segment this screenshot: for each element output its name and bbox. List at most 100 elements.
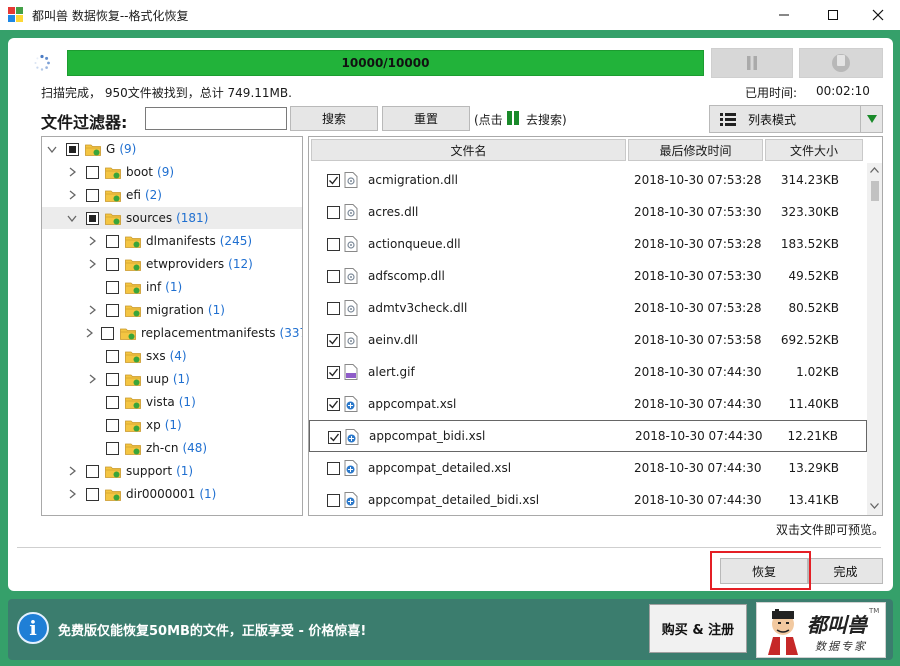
file-checkbox[interactable] xyxy=(327,334,340,347)
file-row[interactable]: actionqueue.dll 2018-10-30 07:53:28 183.52… xyxy=(309,228,867,260)
tree-item-count: (181) xyxy=(176,211,209,225)
tree-checkbox[interactable] xyxy=(86,165,99,179)
tree-checkbox[interactable] xyxy=(86,211,99,225)
list-scrollbar[interactable] xyxy=(867,163,882,515)
file-checkbox[interactable] xyxy=(327,494,340,507)
tree-checkbox[interactable] xyxy=(106,372,119,386)
file-checkbox[interactable] xyxy=(327,302,340,315)
recover-highlight-box xyxy=(710,551,811,590)
file-row[interactable]: acres.dll 2018-10-30 07:53:30 323.30KB xyxy=(309,196,867,228)
tree-checkbox[interactable] xyxy=(86,188,99,202)
chevron-right-icon[interactable] xyxy=(66,465,78,477)
file-row[interactable]: appcompat.xsl 2018-10-30 07:44:30 11.40KB xyxy=(309,388,867,420)
pause-button[interactable] xyxy=(711,48,793,78)
tree-checkbox[interactable] xyxy=(106,257,119,271)
buy-register-button[interactable]: 购买 & 注册 xyxy=(649,604,747,653)
tree-item-sxs[interactable]: sxs (4) xyxy=(42,345,302,367)
chevron-down-icon[interactable] xyxy=(66,212,78,224)
file-checkbox[interactable] xyxy=(328,431,341,444)
file-row[interactable]: alert.gif 2018-10-30 07:44:30 1.02KB xyxy=(309,356,867,388)
filter-hint-prefix: (点击 xyxy=(474,113,503,127)
tree-item-uup[interactable]: uup (1) xyxy=(42,368,302,390)
tree-item-label: efi xyxy=(126,188,141,202)
tree-checkbox[interactable] xyxy=(106,418,119,432)
dll-file-icon xyxy=(344,300,358,316)
reset-button-label: 重置 xyxy=(413,112,438,126)
close-icon[interactable] xyxy=(855,0,900,30)
chevron-down-icon[interactable] xyxy=(46,143,58,155)
chevron-right-icon[interactable] xyxy=(66,166,78,178)
file-checkbox[interactable] xyxy=(327,462,340,475)
tree-item-vista[interactable]: vista (1) xyxy=(42,391,302,413)
file-checkbox[interactable] xyxy=(327,238,340,251)
tree-item-etwproviders[interactable]: etwproviders (12) xyxy=(42,253,302,275)
tree-item-support[interactable]: support (1) xyxy=(42,460,302,482)
file-row[interactable]: appcompat_detailed_bidi.xsl 2018-10-30 07… xyxy=(309,484,867,515)
file-name: acmigration.dll xyxy=(368,173,458,187)
scroll-up-icon[interactable] xyxy=(870,167,879,173)
tree-checkbox[interactable] xyxy=(106,280,119,294)
file-checkbox[interactable] xyxy=(327,206,340,219)
finish-button[interactable]: 完成 xyxy=(808,558,883,584)
reset-button[interactable]: 重置 xyxy=(382,106,470,131)
file-row[interactable]: adfscomp.dll 2018-10-30 07:53:30 49.52KB xyxy=(309,260,867,292)
tree-item-count: (1) xyxy=(176,464,194,478)
file-row[interactable]: appcompat_detailed.xsl 2018-10-30 07:44:3… xyxy=(309,452,867,484)
tree-item-efi[interactable]: efi (2) xyxy=(42,184,302,206)
scroll-down-icon[interactable] xyxy=(870,503,879,509)
tree-item-count: (9) xyxy=(119,142,137,156)
scrollbar-thumb[interactable] xyxy=(871,181,879,201)
tree-item-sources[interactable]: sources (181) xyxy=(42,207,302,229)
file-checkbox[interactable] xyxy=(327,174,340,187)
tree-item-xp[interactable]: xp (1) xyxy=(42,414,302,436)
stop-button[interactable] xyxy=(799,48,883,78)
chevron-right-icon[interactable] xyxy=(86,373,98,385)
column-header-modified[interactable]: 最后修改时间 xyxy=(628,139,763,161)
chevron-right-icon[interactable] xyxy=(86,235,98,247)
tree-item-label: G xyxy=(106,142,116,156)
title-bar: 都叫兽 数据恢复--格式化恢复 xyxy=(0,0,900,30)
chevron-right-icon[interactable] xyxy=(86,258,98,270)
column-header-filename[interactable]: 文件名 xyxy=(311,139,626,161)
chevron-right-icon[interactable] xyxy=(86,327,93,339)
minimize-icon[interactable] xyxy=(761,0,807,30)
tree-checkbox[interactable] xyxy=(106,234,119,248)
file-row[interactable]: acmigration.dll 2018-10-30 07:53:28 314.23… xyxy=(309,164,867,196)
tree-checkbox[interactable] xyxy=(86,487,99,501)
tree-item-count: (12) xyxy=(228,257,253,271)
tree-checkbox[interactable] xyxy=(66,142,79,156)
file-row[interactable]: aeinv.dll 2018-10-30 07:53:58 692.52KB xyxy=(309,324,867,356)
maximize-icon[interactable] xyxy=(810,0,856,30)
file-checkbox[interactable] xyxy=(327,366,340,379)
file-row[interactable]: appcompat_bidi.xsl 2018-10-30 07:44:30 12.… xyxy=(309,420,867,452)
tree-item-dlmanifests[interactable]: dlmanifests (245) xyxy=(42,230,302,252)
tree-item-dir0000001[interactable]: dir0000001 (1) xyxy=(42,483,302,505)
chevron-right-icon[interactable] xyxy=(66,488,78,500)
chevron-right-icon[interactable] xyxy=(86,304,98,316)
tree-checkbox[interactable] xyxy=(106,349,119,363)
search-button[interactable]: 搜索 xyxy=(290,106,378,131)
file-checkbox[interactable] xyxy=(327,398,340,411)
tree-item-replacementmanifests[interactable]: replacementmanifests(337) xyxy=(42,322,302,344)
chevron-right-icon[interactable] xyxy=(66,189,78,201)
tree-checkbox[interactable] xyxy=(106,395,119,409)
tree-item-inf[interactable]: inf (1) xyxy=(42,276,302,298)
tree-item-zh-cn[interactable]: zh-cn (48) xyxy=(42,437,302,459)
folder-icon xyxy=(105,190,121,202)
tree-checkbox[interactable] xyxy=(101,326,114,340)
folder-icon xyxy=(105,167,121,179)
filter-input[interactable] xyxy=(145,107,287,130)
file-row[interactable]: admtv3check.dll 2018-10-30 07:53:28 80.52K… xyxy=(309,292,867,324)
tree-item-G[interactable]: G (9) xyxy=(42,138,302,160)
tree-checkbox[interactable] xyxy=(86,464,99,478)
column-header-size[interactable]: 文件大小 xyxy=(765,139,863,161)
tree-checkbox[interactable] xyxy=(106,441,119,455)
tree-item-migration[interactable]: migration (1) xyxy=(42,299,302,321)
view-mode-dropdown[interactable]: 列表模式 xyxy=(709,105,883,133)
file-checkbox[interactable] xyxy=(327,270,340,283)
tree-checkbox[interactable] xyxy=(106,303,119,317)
xsl-file-icon xyxy=(345,429,359,445)
tree-item-boot[interactable]: boot (9) xyxy=(42,161,302,183)
